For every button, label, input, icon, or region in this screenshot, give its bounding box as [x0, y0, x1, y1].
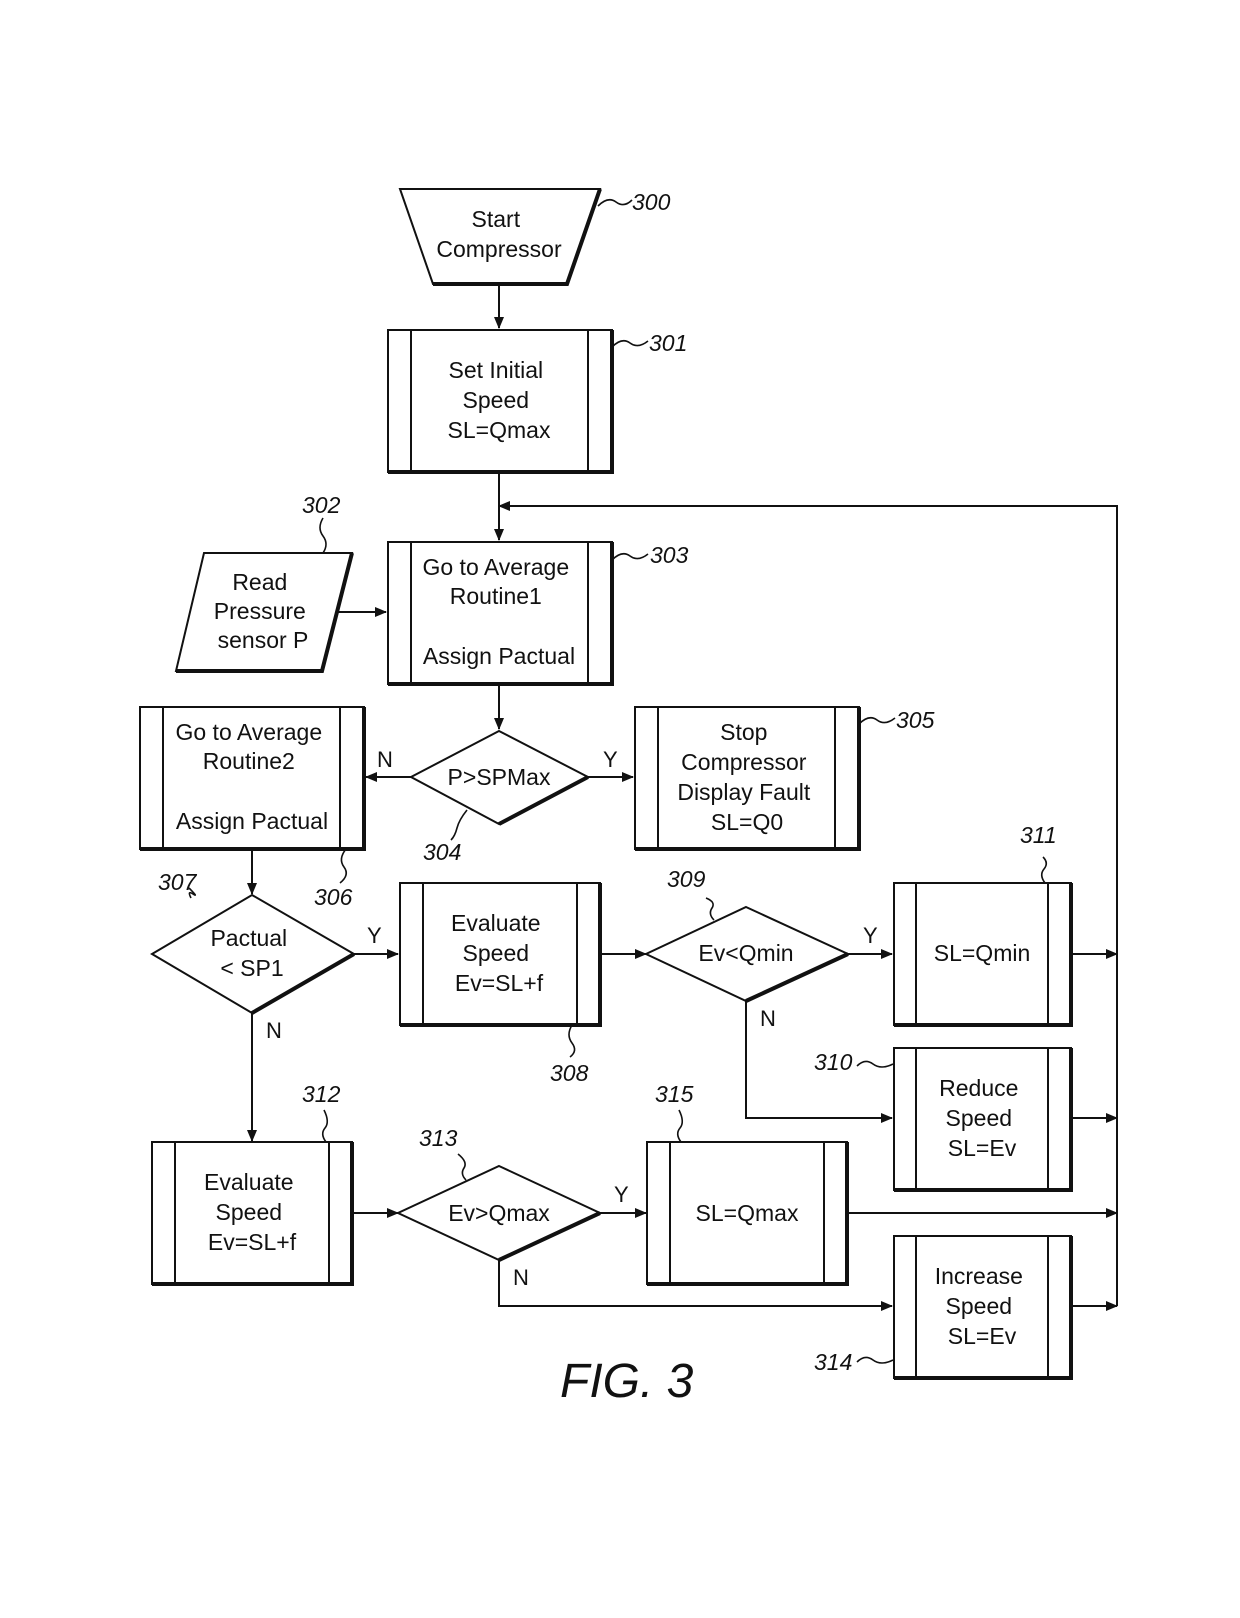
- branch-label-304-yes: Y: [603, 747, 618, 772]
- svg-text:Evaluate Speed Ev=: Evaluate Speed Ev=SL+f: [451, 910, 547, 996]
- ref-label-311: 311: [1020, 822, 1057, 848]
- ref-label-315: 315: [655, 1081, 694, 1107]
- branch-label-307-no: N: [266, 1018, 282, 1043]
- svg-text:Evaluate Speed Ev=: Evaluate Speed Ev=SL+f: [204, 1169, 300, 1255]
- leader-300: [597, 198, 633, 207]
- figure-caption: FIG. 3: [560, 1355, 694, 1408]
- leader-305: [858, 716, 896, 725]
- leader-309: [705, 897, 715, 921]
- ref-label-314: 314: [814, 1349, 852, 1375]
- ref-label-310: 310: [814, 1049, 853, 1075]
- svg-text:Ev<Qmin: Ev<Qmin: [698, 940, 793, 966]
- branch-label-309-no: N: [760, 1006, 776, 1031]
- leader-313: [457, 1153, 467, 1181]
- node-311-set-qmin: SL=Qmin 311: [893, 822, 1073, 1027]
- leader-301: [611, 339, 649, 348]
- ref-label-302: 302: [302, 492, 341, 518]
- leader-308: [568, 1024, 576, 1058]
- branch-label-313-yes: Y: [614, 1182, 629, 1207]
- leader-311: [1040, 856, 1048, 884]
- leader-315: [676, 1109, 684, 1143]
- ref-label-312: 312: [302, 1081, 341, 1107]
- branch-label-307-yes: Y: [367, 923, 382, 948]
- ref-label-313: 313: [419, 1125, 458, 1151]
- ref-label-307: 307: [158, 869, 198, 895]
- flowchart: Start Compressor 300 Set Initial Speed S…: [139, 188, 1118, 1408]
- leader-303: [611, 552, 649, 561]
- leader-304: [450, 809, 468, 841]
- ref-label-306: 306: [314, 884, 353, 910]
- svg-text:Set Initial Speed: Set Initial Speed SL=Qmax: [448, 357, 551, 443]
- svg-text:SL=Qmax: SL=Qmax: [696, 1200, 799, 1226]
- branch-label-313-no: N: [513, 1265, 529, 1290]
- ref-label-309: 309: [667, 866, 706, 892]
- leader-312: [321, 1109, 329, 1143]
- branch-label-309-yes: Y: [863, 923, 878, 948]
- node-304-pressure-check-decision: P>SPMax 304 N Y: [377, 729, 618, 865]
- node-300-start-compressor: Start Compressor 300: [398, 188, 671, 286]
- node-303-average-routine1: Go to Average Routine1 Assign Pactual 30…: [387, 541, 689, 686]
- ref-label-300: 300: [632, 189, 671, 215]
- svg-text:Increase Speed SL=: Increase Speed SL=Ev: [935, 1263, 1030, 1349]
- ref-label-303: 303: [650, 542, 689, 568]
- node-313-ev-max-check-decision: Ev>Qmax 313 Y N: [395, 1125, 629, 1290]
- node-305-stop-compressor: Stop Compressor Display Fault SL=Q0 305: [634, 706, 935, 851]
- ref-label-301: 301: [649, 330, 687, 356]
- ref-label-304: 304: [423, 839, 461, 865]
- leader-314: [856, 1356, 894, 1364]
- svg-text:Reduce Speed SL=Ev: Reduce Speed SL=Ev: [939, 1075, 1025, 1161]
- node-308-evaluate-speed: Evaluate Speed Ev=SL+f 308: [399, 882, 602, 1086]
- leader-302: [319, 517, 327, 554]
- svg-text:P>SPMax: P>SPMax: [448, 764, 551, 790]
- node-302-read-pressure-sensor: Read Pressure sensor P 302: [174, 492, 354, 673]
- node-309-ev-min-check-decision: Ev<Qmin 309 Y N: [643, 866, 878, 1031]
- svg-text:SL=Qmin: SL=Qmin: [934, 940, 1031, 966]
- leader-310: [856, 1060, 894, 1068]
- node-301-set-initial-speed: Set Initial Speed SL=Qmax 301: [387, 329, 687, 474]
- leader-306: [339, 848, 348, 884]
- branch-label-304-no: N: [377, 747, 393, 772]
- ref-label-308: 308: [550, 1060, 589, 1086]
- svg-text:Ev>Qmax: Ev>Qmax: [448, 1200, 550, 1226]
- ref-label-305: 305: [896, 707, 935, 733]
